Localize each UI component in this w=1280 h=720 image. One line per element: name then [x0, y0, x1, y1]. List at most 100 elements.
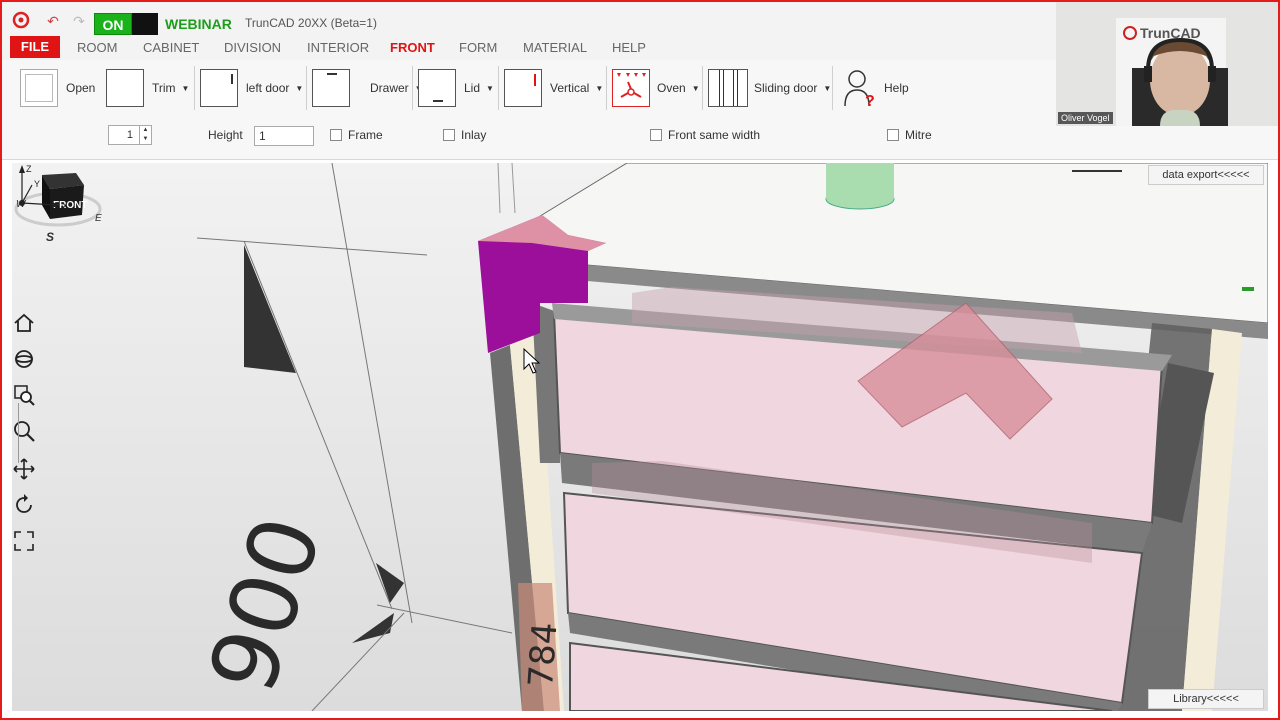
menu-file[interactable]: FILE	[10, 36, 60, 58]
ribbon-separator	[832, 66, 833, 110]
mitre-checkbox-box[interactable]	[887, 129, 899, 141]
oven-label: Oven	[657, 81, 686, 95]
inlay-label: Inlay	[461, 128, 487, 142]
inlay-checkbox[interactable]: Inlay	[443, 124, 486, 146]
home-view-icon[interactable]	[12, 311, 36, 335]
left-door-icon	[200, 69, 238, 107]
help-button[interactable]: ? Help	[842, 68, 909, 108]
left-door-dropdown-icon[interactable]: ▼	[295, 84, 303, 93]
ribbon-separator	[412, 66, 413, 110]
app-title: TrunCAD 20XX (Beta=1)	[245, 16, 377, 30]
axis-z-label: Z	[26, 164, 32, 174]
left-door-label: left door	[246, 81, 290, 95]
sliding-door-label: Sliding door	[754, 81, 818, 95]
front-same-width-checkbox-box[interactable]	[650, 129, 662, 141]
ribbon-separator	[606, 66, 607, 110]
oven-button[interactable]: Oven ▼	[612, 68, 700, 108]
lid-label: Lid	[464, 81, 481, 95]
undo-icon[interactable]: ↶	[46, 14, 60, 28]
webcam-brand: TrunCAD	[1140, 25, 1201, 41]
trim-dropdown-icon[interactable]: ▼	[182, 84, 190, 93]
toggle-off-segment	[132, 13, 158, 35]
vertical-icon	[504, 69, 542, 107]
trim-button[interactable]: Trim ▼	[106, 68, 189, 108]
count-spinner[interactable]: 1 ▲ ▼	[108, 125, 152, 145]
front-same-width-checkbox[interactable]: Front same width	[650, 124, 760, 146]
viewport-splitter-handle[interactable]	[18, 403, 22, 463]
vertical-label: Vertical	[550, 81, 590, 95]
count-value: 1	[126, 129, 133, 141]
mitre-checkbox[interactable]: Mitre	[887, 124, 932, 146]
frame-checkbox-box[interactable]	[330, 129, 342, 141]
webcam-feed: TrunCAD	[1056, 0, 1280, 126]
front-same-width-label: Front same width	[668, 128, 761, 142]
spinner-arrows-icon[interactable]: ▲ ▼	[139, 126, 151, 144]
orbit-view-icon[interactable]	[12, 347, 36, 371]
ribbon-separator	[306, 66, 307, 110]
inlay-checkbox-box[interactable]	[443, 129, 455, 141]
library-button[interactable]: Library<<<<<	[1148, 689, 1264, 709]
webinar-label: WEBINAR	[165, 16, 232, 32]
menu-form[interactable]: FORM	[459, 40, 497, 55]
compass-e-label: E	[95, 213, 102, 224]
ribbon-separator	[194, 66, 195, 110]
menu-interior[interactable]: INTERIOR	[307, 40, 369, 55]
drawer-label: Drawer	[370, 81, 409, 95]
title-bar: ↶ ↷ ON WEBINAR TrunCAD 20XX (Beta=1)	[0, 0, 1056, 36]
open-label: Open	[66, 81, 96, 95]
menu-material[interactable]: MATERIAL	[523, 40, 587, 55]
toggle-on-label: ON	[94, 13, 132, 35]
axis-y-label: Y	[34, 179, 40, 189]
lid-dropdown-icon[interactable]: ▼	[486, 84, 494, 93]
lid-icon	[418, 69, 456, 107]
left-door-button[interactable]: left door ▼	[200, 68, 303, 108]
menu-bar: FILE ROOM CABINET DIVISION INTERIOR FRON…	[0, 36, 1056, 60]
webinar-toggle[interactable]: ON	[94, 13, 158, 35]
height-label: Height	[208, 128, 243, 142]
help-label: Help	[884, 81, 909, 95]
drawer-button[interactable]: Drawer ▼	[312, 68, 423, 108]
fullscreen-icon[interactable]	[12, 529, 36, 553]
compass-s-label: S	[46, 230, 54, 243]
menu-help[interactable]: HELP	[612, 40, 646, 55]
data-export-button[interactable]: data export<<<<<	[1148, 165, 1264, 185]
vertical-dropdown-icon[interactable]: ▼	[595, 84, 603, 93]
help-person-icon: ?	[844, 70, 875, 108]
vertical-button[interactable]: Vertical ▼	[504, 68, 603, 108]
menu-room[interactable]: ROOM	[77, 40, 117, 55]
rotate-icon[interactable]	[12, 493, 36, 517]
ribbon-separator	[498, 66, 499, 110]
zoom-window-icon[interactable]	[12, 383, 36, 407]
dimension-784-label: 784	[521, 621, 565, 689]
open-button[interactable]: Open	[20, 68, 95, 108]
lid-button[interactable]: Lid ▼	[418, 68, 494, 108]
menu-division[interactable]: DIVISION	[224, 40, 281, 55]
oven-dropdown-icon[interactable]: ▼	[692, 84, 700, 93]
pan-icon[interactable]	[12, 457, 36, 481]
menu-cabinet[interactable]: CABINET	[143, 40, 199, 55]
trim-icon	[106, 69, 144, 107]
frame-checkbox[interactable]: Frame	[330, 124, 383, 146]
webcam-name-label: Oliver Vogel	[1058, 112, 1113, 124]
oven-icon	[612, 69, 650, 107]
axis-x-label: X	[62, 201, 68, 211]
3d-viewport[interactable]: 900 784 data export<<<<< Library<<<<< FR…	[12, 163, 1268, 711]
open-icon	[20, 69, 58, 107]
drawer-icon	[312, 69, 350, 107]
height-input[interactable]: 1	[254, 126, 314, 146]
axis-indicator: Z Y X	[19, 164, 68, 211]
sliding-door-icon	[708, 69, 748, 107]
frame-label: Frame	[348, 128, 383, 142]
mitre-label: Mitre	[905, 128, 932, 142]
menu-front[interactable]: FRONT	[390, 40, 435, 55]
svg-text:?: ?	[865, 93, 875, 108]
truncad-logo-icon[interactable]	[12, 11, 30, 29]
trim-label: Trim	[152, 81, 176, 95]
presenter-video: TrunCAD	[1056, 0, 1280, 126]
redo-icon[interactable]: ↷	[72, 14, 86, 28]
cabinet-3d-scene[interactable]: 900 784	[12, 163, 1268, 711]
zoom-icon[interactable]	[12, 419, 36, 443]
sliding-door-button[interactable]: Sliding door ▼	[708, 68, 831, 108]
ribbon-separator	[702, 66, 703, 110]
sliding-door-dropdown-icon[interactable]: ▼	[823, 84, 831, 93]
